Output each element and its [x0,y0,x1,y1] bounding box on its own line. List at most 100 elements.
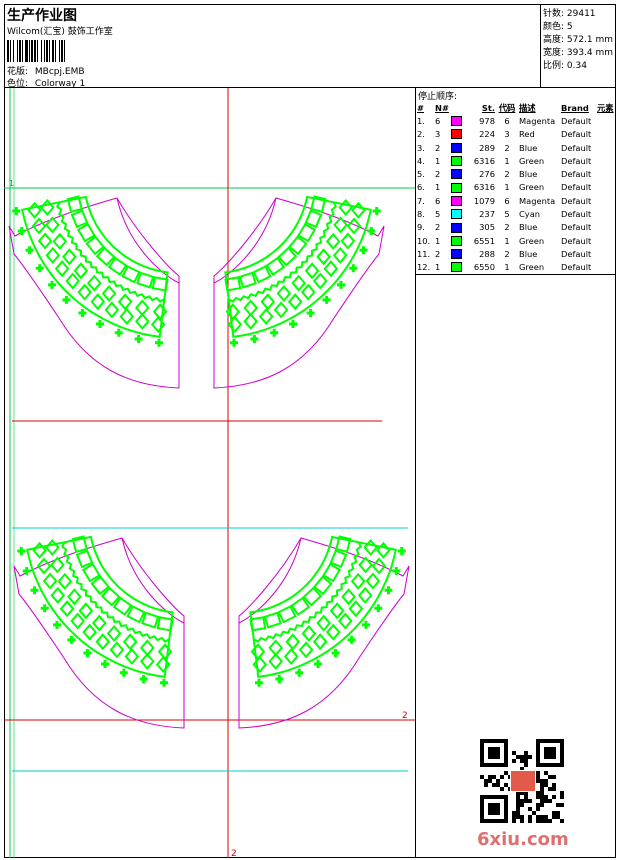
embroidery-square [70,209,89,229]
needle-number: 1 [435,262,441,273]
stitch-count: 6316 [473,155,495,166]
embroidery-cross [83,649,92,657]
collar-left-half [8,195,180,389]
embroidery-diamond [67,588,82,606]
color-swatch [451,207,465,220]
needle-number: 1 [435,155,441,166]
stitch-count: 288 [479,248,495,259]
col-header-code: 代码 [498,102,516,113]
embroidery-diamond [363,538,379,557]
embroidery-cross [289,320,297,328]
embroidery-diamond [357,586,373,604]
col-header-swatch [451,101,465,114]
embroidery-cross [384,586,393,595]
embroidery-cross [12,207,21,215]
stitch-count: 224 [479,129,495,140]
col-header-index: # [417,102,424,113]
thread-brand: Default [561,169,592,180]
embroidery-diamond [27,201,42,219]
embroidery-diamond [124,647,140,666]
embroidery-cross [114,328,123,337]
embroidery-cross [155,338,163,347]
color-swatch-box [451,156,462,167]
thread-brand: Default [561,195,592,206]
embroidery-diamond [82,623,98,641]
color-swatch-box [451,129,462,140]
col-header-element: 元素 [597,102,614,113]
design-height: 高度: 572.1 mm [543,35,614,45]
stitch-count: 针数: 29411 [543,9,596,19]
stop-row: 8. 5 237 5 Cyan Default [417,207,614,220]
embroidery-diamond [106,624,122,643]
embroidery-diamond [90,293,106,311]
embroidery-diamond [298,641,314,659]
stop-index: 3. [417,142,425,153]
embroidery-diamond [325,623,341,641]
embroidery-square [263,611,282,629]
element [597,194,614,207]
color-swatch-box [451,262,462,273]
color-description: Red [519,129,535,140]
stop-row: 2. 3 224 3 Red Default [417,128,614,141]
color-swatch-box [451,222,462,233]
element [597,234,614,247]
thread-brand: Default [561,182,592,193]
embroidery-cross [30,586,39,595]
element [597,141,614,154]
embroidery-diamond [285,633,301,651]
stitch-count: 289 [479,142,495,153]
embroidery-diamond [54,260,70,278]
embroidery-cross [331,649,340,657]
embroidery-diamond [291,274,307,292]
color-description: Cyan [519,209,541,220]
stop-index: 6. [417,182,425,193]
embroidery-diamond [358,556,373,574]
embroidery-diamond [312,272,328,290]
embroidery-cross [362,620,370,629]
needle-number: 1 [435,235,441,246]
thread-brand: Default [561,155,592,166]
embroidery-diamond [243,299,259,317]
embroidery-diamond [316,614,332,632]
needle-number: 6 [435,195,441,206]
embroidery-cross [35,264,44,273]
embroidery-diamond [39,198,55,217]
color-code: 2 [504,142,510,153]
embroidery-square [252,265,272,284]
embroidery-diamond [316,248,331,266]
stitch-count: 237 [479,209,495,220]
embroidery-diamond [337,612,353,630]
color-code: 1 [504,155,510,166]
stitch-count: 6316 [473,182,495,193]
embroidery-diamond [45,246,61,264]
col-header-stitches: St. [481,102,495,113]
embroidery-diamond [287,293,303,311]
embroidery-square [126,605,146,624]
embroidery-diamond [323,260,339,278]
embroidery-diamond [57,572,73,590]
col-header-brand: Brand [561,102,589,113]
color-code: 1 [504,182,510,193]
embroidery-square [136,271,155,289]
stats-panel: 针数: 29411 颜色: 5 高度: 572.1 mm 宽度: 393.4 m… [541,4,616,88]
embroidery-diamond [243,312,259,330]
embroidery-cross [255,678,263,687]
embroidery-square [238,271,257,289]
embroidery-diamond [332,246,348,264]
needle-number: 2 [435,248,441,259]
embroidery-cross [134,335,143,343]
embroidery-diamond [312,633,328,651]
embroidery-cross [314,660,322,668]
embroidery-cross [275,675,284,683]
lower-collar-pair [13,535,410,729]
embroidery-cross [250,335,259,343]
collar-left-half [13,535,185,729]
stop-row: 3. 2 289 2 Blue Default [417,141,614,154]
embroidery-diamond [268,639,284,657]
stop-row: 9. 2 305 2 Blue Default [417,221,614,234]
embroidery-square [121,265,141,284]
company-name: Wilcom(汇宝) 鼓饰工作室 [7,27,113,37]
embroidery-diamond [134,312,150,330]
color-code: 6 [504,195,510,206]
embroidery-diamond [273,301,289,319]
